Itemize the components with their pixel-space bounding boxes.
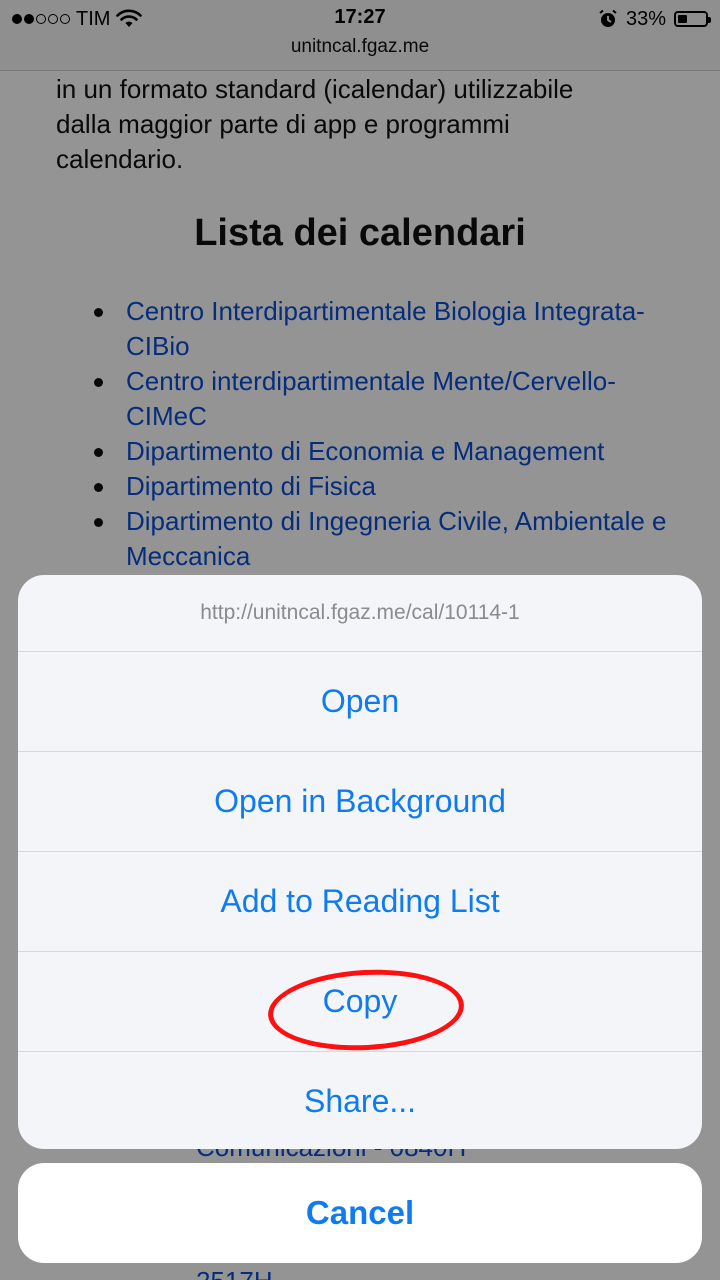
share-button[interactable]: Share... bbox=[18, 1052, 702, 1149]
open-in-background-button[interactable]: Open in Background bbox=[18, 752, 702, 852]
cancel-button[interactable]: Cancel bbox=[18, 1163, 702, 1263]
action-sheet-url: http://unitncal.fgaz.me/cal/10114-1 bbox=[18, 575, 702, 652]
add-to-reading-list-button[interactable]: Add to Reading List bbox=[18, 852, 702, 952]
action-sheet: http://unitncal.fgaz.me/cal/10114-1 Open… bbox=[18, 575, 702, 1149]
copy-label: Copy bbox=[322, 983, 398, 1019]
open-button[interactable]: Open bbox=[18, 652, 702, 752]
copy-button[interactable]: Copy bbox=[18, 952, 702, 1056]
